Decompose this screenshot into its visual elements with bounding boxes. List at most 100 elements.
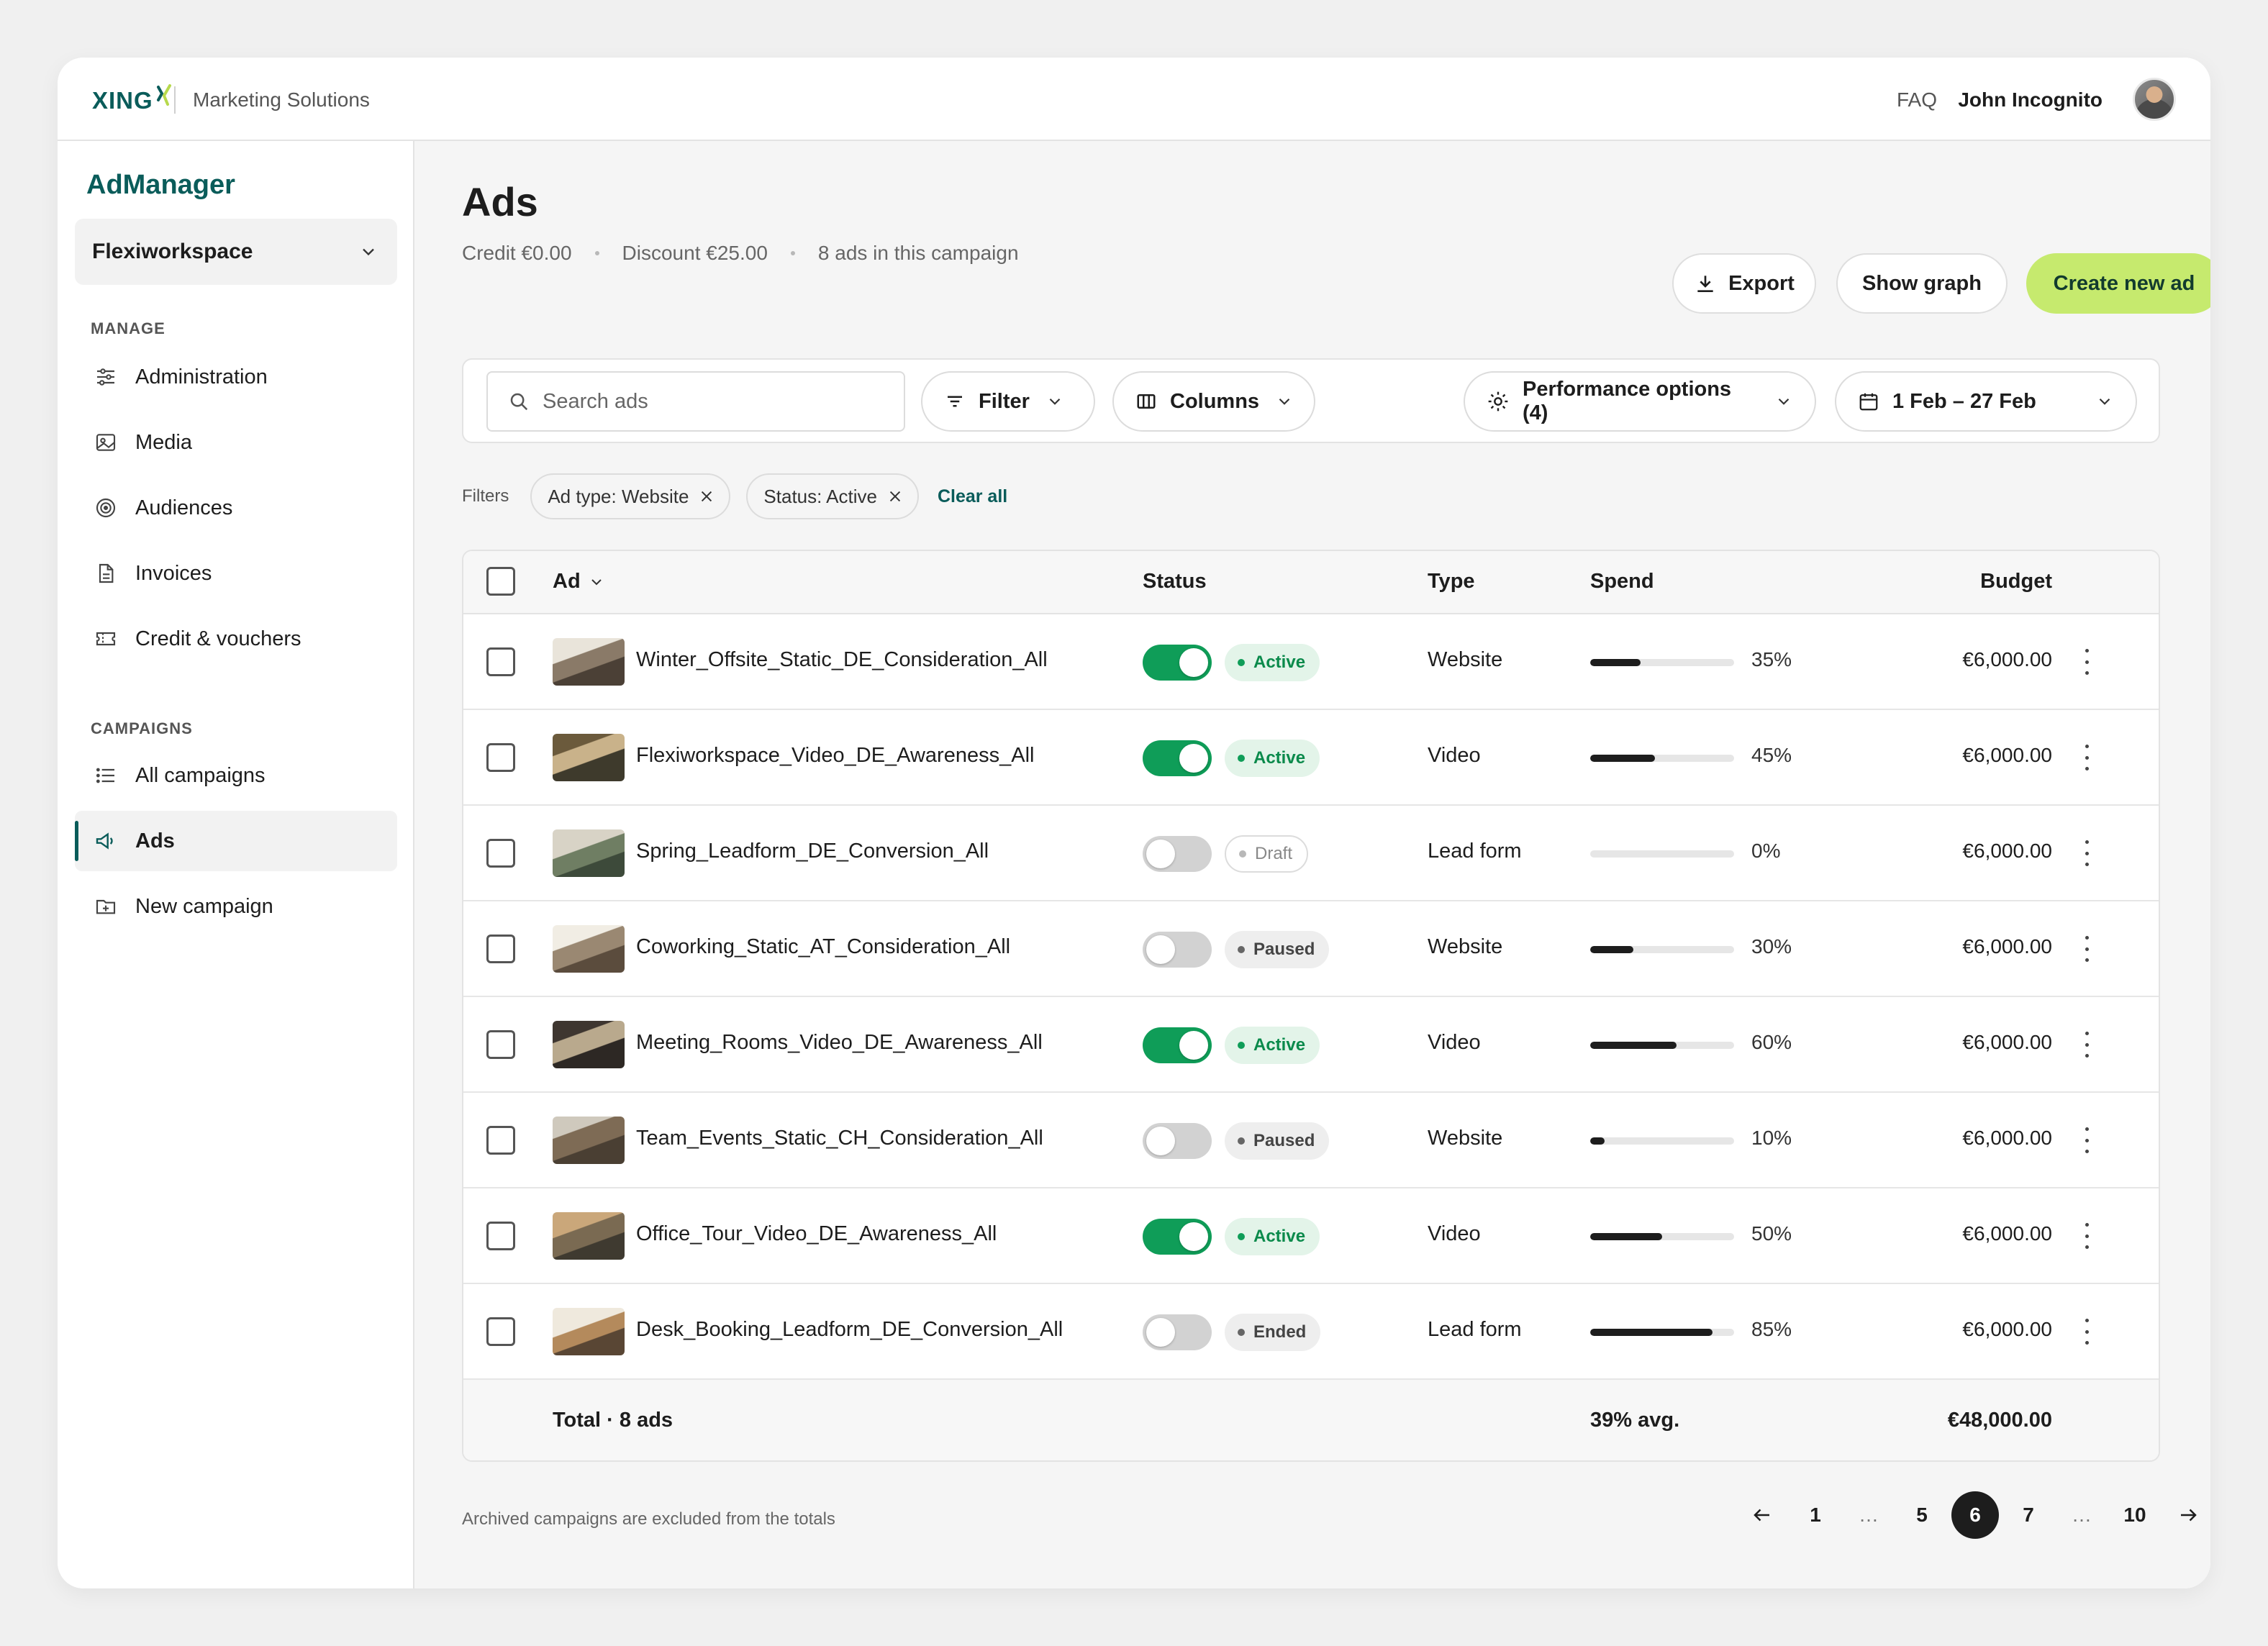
table-row[interactable]: Flexiworkspace_Video_DE_Awareness_All Ac…	[463, 710, 2159, 806]
table-row[interactable]: Meeting_Rooms_Video_DE_Awareness_All Act…	[463, 997, 2159, 1093]
page-button[interactable]: 6	[1951, 1491, 1999, 1539]
status-toggle[interactable]	[1143, 1027, 1212, 1063]
performance-options-dropdown[interactable]: Performance options (4)	[1464, 371, 1816, 432]
spend-progress-bar	[1590, 1042, 1734, 1049]
sidebar-item-media[interactable]: Media	[75, 412, 397, 473]
search-input[interactable]: Search ads	[486, 371, 905, 432]
page-button[interactable]: 5	[1898, 1491, 1946, 1539]
filter-chip-status[interactable]: Status: Active	[746, 473, 919, 519]
status-badge: Paused	[1225, 1122, 1330, 1160]
ad-budget: €6,000.00	[1962, 648, 2052, 670]
more-actions-icon[interactable]	[2084, 1032, 2090, 1058]
row-checkbox[interactable]	[486, 647, 515, 676]
row-checkbox[interactable]	[486, 935, 515, 963]
ad-name[interactable]: Winter_Offsite_Static_DE_Consideration_A…	[636, 648, 1048, 672]
status-toggle[interactable]	[1143, 932, 1212, 968]
more-actions-icon[interactable]	[2084, 649, 2090, 675]
status-toggle[interactable]	[1143, 1219, 1212, 1255]
sidebar-item-invoices[interactable]: Invoices	[75, 543, 397, 604]
create-new-ad-button[interactable]: Create new ad	[2026, 253, 2210, 314]
row-checkbox[interactable]	[486, 1030, 515, 1059]
ad-budget: €6,000.00	[1962, 1031, 2052, 1053]
status-toggle[interactable]	[1143, 1123, 1212, 1159]
table-row[interactable]: Spring_Leadform_DE_Conversion_All Draft …	[463, 806, 2159, 901]
spend-percent: 50%	[1751, 1222, 1792, 1245]
table-row[interactable]: Office_Tour_Video_DE_Awareness_All Activ…	[463, 1188, 2159, 1284]
ad-budget: €6,000.00	[1962, 744, 2052, 766]
status-badge: Draft	[1225, 835, 1309, 873]
spend-percent: 45%	[1751, 744, 1792, 766]
filter-dropdown[interactable]: Filter	[921, 371, 1095, 432]
status-toggle[interactable]	[1143, 836, 1212, 872]
page-button[interactable]: 10	[2111, 1491, 2159, 1539]
status-dot	[1238, 1137, 1245, 1145]
ad-name[interactable]: Flexiworkspace_Video_DE_Awareness_All	[636, 744, 1034, 768]
columns-dropdown[interactable]: Columns	[1112, 371, 1315, 432]
faq-link[interactable]: FAQ	[1897, 86, 1937, 114]
close-icon[interactable]	[699, 488, 715, 504]
sidebar-item-label: Audiences	[135, 496, 233, 519]
table-row[interactable]: Team_Events_Static_CH_Consideration_All …	[463, 1093, 2159, 1188]
more-actions-icon[interactable]	[2084, 936, 2090, 962]
ad-name[interactable]: Team_Events_Static_CH_Consideration_All	[636, 1127, 1043, 1150]
workspace-selector[interactable]: Flexiworkspace	[75, 219, 397, 285]
avatar[interactable]	[2133, 78, 2176, 121]
table-row[interactable]: Winter_Offsite_Static_DE_Consideration_A…	[463, 614, 2159, 710]
sidebar-item-ads[interactable]: Ads	[75, 811, 397, 871]
more-actions-icon[interactable]	[2084, 1127, 2090, 1153]
filter-chip-ad-type[interactable]: Ad type: Website	[530, 473, 731, 519]
more-actions-icon[interactable]	[2084, 745, 2090, 770]
status-toggle[interactable]	[1143, 645, 1212, 681]
status-badge: Ended	[1225, 1314, 1321, 1351]
page-button[interactable]: 1	[1792, 1491, 1839, 1539]
show-graph-button[interactable]: Show graph	[1836, 253, 2008, 314]
page-button[interactable]: 7	[2005, 1491, 2052, 1539]
column-header-ad[interactable]: Ad	[553, 570, 605, 594]
column-header-type[interactable]: Type	[1428, 570, 1475, 594]
status-label: Paused	[1253, 1131, 1315, 1150]
next-page-button[interactable]	[2164, 1491, 2210, 1539]
status-badge: Paused	[1225, 931, 1330, 968]
sidebar-item-credit-vouchers[interactable]: Credit & vouchers	[75, 609, 397, 669]
ad-name[interactable]: Coworking_Static_AT_Consideration_All	[636, 935, 1010, 959]
sidebar-item-label: Administration	[135, 365, 268, 388]
more-actions-icon[interactable]	[2084, 1223, 2090, 1249]
row-checkbox[interactable]	[486, 839, 515, 868]
previous-page-button[interactable]	[1738, 1491, 1786, 1539]
sidebar-item-audiences[interactable]: Audiences	[75, 478, 397, 538]
more-actions-icon[interactable]	[2084, 1319, 2090, 1345]
row-checkbox[interactable]	[486, 743, 515, 772]
sidebar-item-administration[interactable]: Administration	[75, 347, 397, 407]
ad-name[interactable]: Office_Tour_Video_DE_Awareness_All	[636, 1222, 997, 1246]
ad-type: Lead form	[1428, 1318, 1522, 1341]
date-range-picker[interactable]: 1 Feb – 27 Feb	[1835, 371, 2137, 432]
total-label: Total · 8 ads	[553, 1409, 673, 1432]
status-toggle[interactable]	[1143, 740, 1212, 776]
ad-name[interactable]: Meeting_Rooms_Video_DE_Awareness_All	[636, 1031, 1043, 1055]
pagination-ellipsis: …	[1859, 1504, 1879, 1526]
xing-logo[interactable]: XING	[92, 83, 172, 118]
export-button[interactable]: Export	[1672, 253, 1816, 314]
close-icon[interactable]	[887, 488, 903, 504]
table-toolbar: Search ads Filter Columns Performance op…	[462, 358, 2160, 443]
sidebar-item-all-campaigns[interactable]: All campaigns	[75, 745, 397, 806]
status-toggle[interactable]	[1143, 1314, 1212, 1350]
table-row[interactable]: Desk_Booking_Leadform_DE_Conversion_All …	[463, 1284, 2159, 1380]
select-all-checkbox[interactable]	[486, 567, 515, 596]
spend-progress-bar	[1590, 850, 1734, 858]
more-actions-icon[interactable]	[2084, 840, 2090, 866]
table-row[interactable]: Coworking_Static_AT_Consideration_All Pa…	[463, 901, 2159, 997]
user-name[interactable]: John Incognito	[1958, 86, 2103, 114]
sidebar-item-new-campaign[interactable]: New campaign	[75, 876, 397, 937]
ad-name[interactable]: Desk_Booking_Leadform_DE_Conversion_All	[636, 1318, 1063, 1342]
row-checkbox[interactable]	[486, 1126, 515, 1155]
sidebar-item-label: New campaign	[135, 894, 273, 918]
clear-all-filters-link[interactable]: Clear all	[938, 486, 1007, 507]
row-checkbox[interactable]	[486, 1317, 515, 1346]
ad-name[interactable]: Spring_Leadform_DE_Conversion_All	[636, 840, 989, 863]
column-header-budget[interactable]: Budget	[1980, 570, 2052, 594]
sidebar-item-label: Credit & vouchers	[135, 627, 301, 650]
column-header-status[interactable]: Status	[1143, 570, 1207, 594]
column-header-spend[interactable]: Spend	[1590, 570, 1654, 594]
row-checkbox[interactable]	[486, 1222, 515, 1250]
